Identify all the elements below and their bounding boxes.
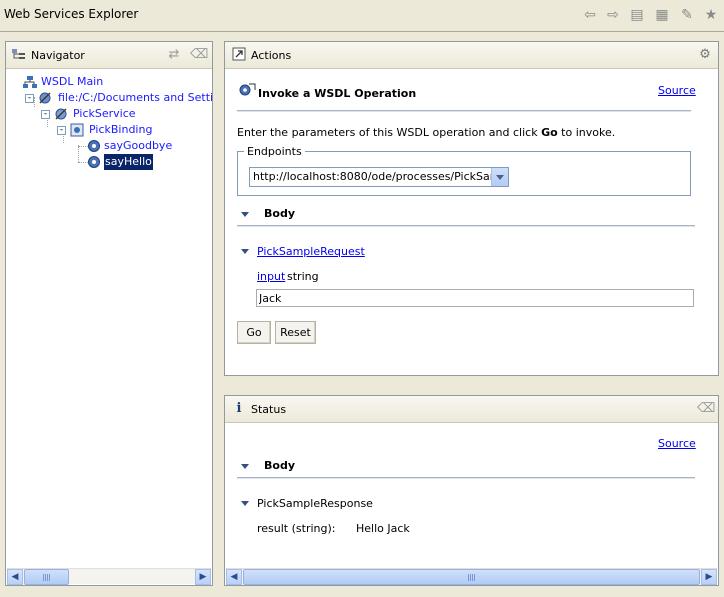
go-button[interactable]: Go	[237, 321, 271, 344]
title-bar: Web Services Explorer ⇦ ⇨ ▤ ▦ ✎ ★	[0, 0, 724, 31]
heading-divider	[237, 110, 691, 112]
info-icon: i	[236, 401, 242, 416]
clear-eraser-icon[interactable]: ⌫	[697, 401, 715, 417]
endpoints-legend: Endpoints	[244, 145, 305, 158]
status-body-divider	[237, 477, 695, 479]
tree-item-label: WSDL Main	[41, 75, 104, 88]
binding-icon	[70, 123, 84, 137]
source-link[interactable]: Source	[658, 84, 696, 97]
operation-heading: Invoke a WSDL Operation	[258, 87, 417, 100]
actions-window-icon	[231, 47, 247, 63]
forward-arrow-icon[interactable]: ⇨	[604, 6, 622, 24]
scroll-left-button[interactable]: ◀	[226, 569, 242, 585]
collapse-toggle[interactable]: -	[57, 126, 66, 135]
tree-item-label: sayGoodbye	[104, 139, 173, 152]
tree-item-label: PickService	[73, 107, 136, 120]
tree-item-label: file:/C:/Documents and Settings/	[58, 91, 213, 104]
document-icon[interactable]: ▤	[628, 6, 646, 24]
scroll-right-button[interactable]: ▶	[195, 569, 211, 585]
scroll-thumb[interactable]	[243, 569, 700, 585]
status-source-link[interactable]: Source	[658, 437, 696, 450]
response-collapse-icon[interactable]	[241, 501, 249, 506]
response-label: PickSampleResponse	[257, 497, 373, 510]
input-param-link[interactable]: input	[257, 270, 285, 283]
collapse-toggle[interactable]: -	[25, 94, 34, 103]
wsdl-main-icon	[23, 75, 37, 89]
input-type-label: string	[287, 270, 319, 283]
collapse-toggle[interactable]: -	[41, 110, 50, 119]
scroll-right-button[interactable]: ▶	[701, 569, 717, 585]
chevron-down-icon[interactable]	[491, 168, 508, 186]
actions-title: Actions	[251, 49, 292, 62]
document-settings-icon[interactable]: ▦	[653, 6, 671, 24]
scroll-left-button[interactable]: ◀	[7, 569, 23, 585]
status-panel: i Status ⌫ Source Body PickSampleRespons…	[224, 395, 719, 586]
navigator-panel: Navigator ⇄ ⌫ WSDL Main - file:/C:/Docum…	[5, 41, 213, 586]
request-collapse-icon[interactable]	[241, 249, 249, 254]
app-title: Web Services Explorer	[4, 7, 139, 21]
title-divider	[0, 31, 724, 32]
navigator-title: Navigator	[31, 49, 85, 62]
body-collapse-icon[interactable]	[241, 212, 249, 217]
input-value-field[interactable]	[256, 289, 694, 307]
instruction-text: Enter the parameters of this WSDL operat…	[237, 126, 616, 139]
operation-gear-icon	[87, 155, 101, 169]
favorites-star-icon[interactable]: ★	[702, 6, 720, 24]
operation-gear-icon	[87, 139, 101, 153]
status-horizontal-scrollbar[interactable]: ◀ ▶	[226, 568, 717, 585]
reset-button[interactable]: Reset	[275, 321, 316, 344]
scroll-thumb[interactable]	[24, 569, 69, 585]
settings-gear-icon[interactable]: ⚙	[697, 47, 713, 63]
service-icon	[54, 107, 68, 121]
navigator-tree-icon	[11, 47, 27, 63]
request-link[interactable]: PickSampleRequest	[257, 245, 365, 258]
status-title: Status	[251, 403, 287, 416]
endpoint-select[interactable]: http://localhost:8080/ode/processes/Pick…	[249, 167, 509, 187]
status-body-label: Body	[264, 459, 295, 472]
navigator-header: Navigator ⇄ ⌫	[6, 42, 212, 69]
edit-document-icon[interactable]: ✎	[678, 6, 696, 24]
tree-item-label-selected: sayHello	[104, 154, 153, 170]
status-header: i Status ⌫	[225, 396, 718, 423]
status-body-collapse-icon[interactable]	[241, 464, 249, 469]
navigator-horizontal-scrollbar[interactable]: ◀ ▶	[7, 568, 211, 585]
invoke-operation-icon	[239, 82, 257, 98]
result-label: result (string):	[257, 522, 336, 535]
body-divider	[237, 225, 695, 227]
wsdl-file-icon	[38, 91, 52, 105]
clear-eraser-icon[interactable]: ⌫	[190, 47, 208, 63]
endpoint-selected-value: http://localhost:8080/ode/processes/Pick…	[253, 170, 509, 183]
actions-header: Actions ⚙	[225, 42, 718, 69]
link-sync-icon[interactable]: ⇄	[166, 47, 182, 63]
body-label: Body	[264, 207, 295, 220]
actions-panel: Actions ⚙ Invoke a WSDL Operation Source…	[224, 41, 719, 376]
back-arrow-icon[interactable]: ⇦	[581, 6, 599, 24]
tree-item-label: PickBinding	[89, 123, 153, 136]
result-value: Hello Jack	[356, 522, 410, 535]
